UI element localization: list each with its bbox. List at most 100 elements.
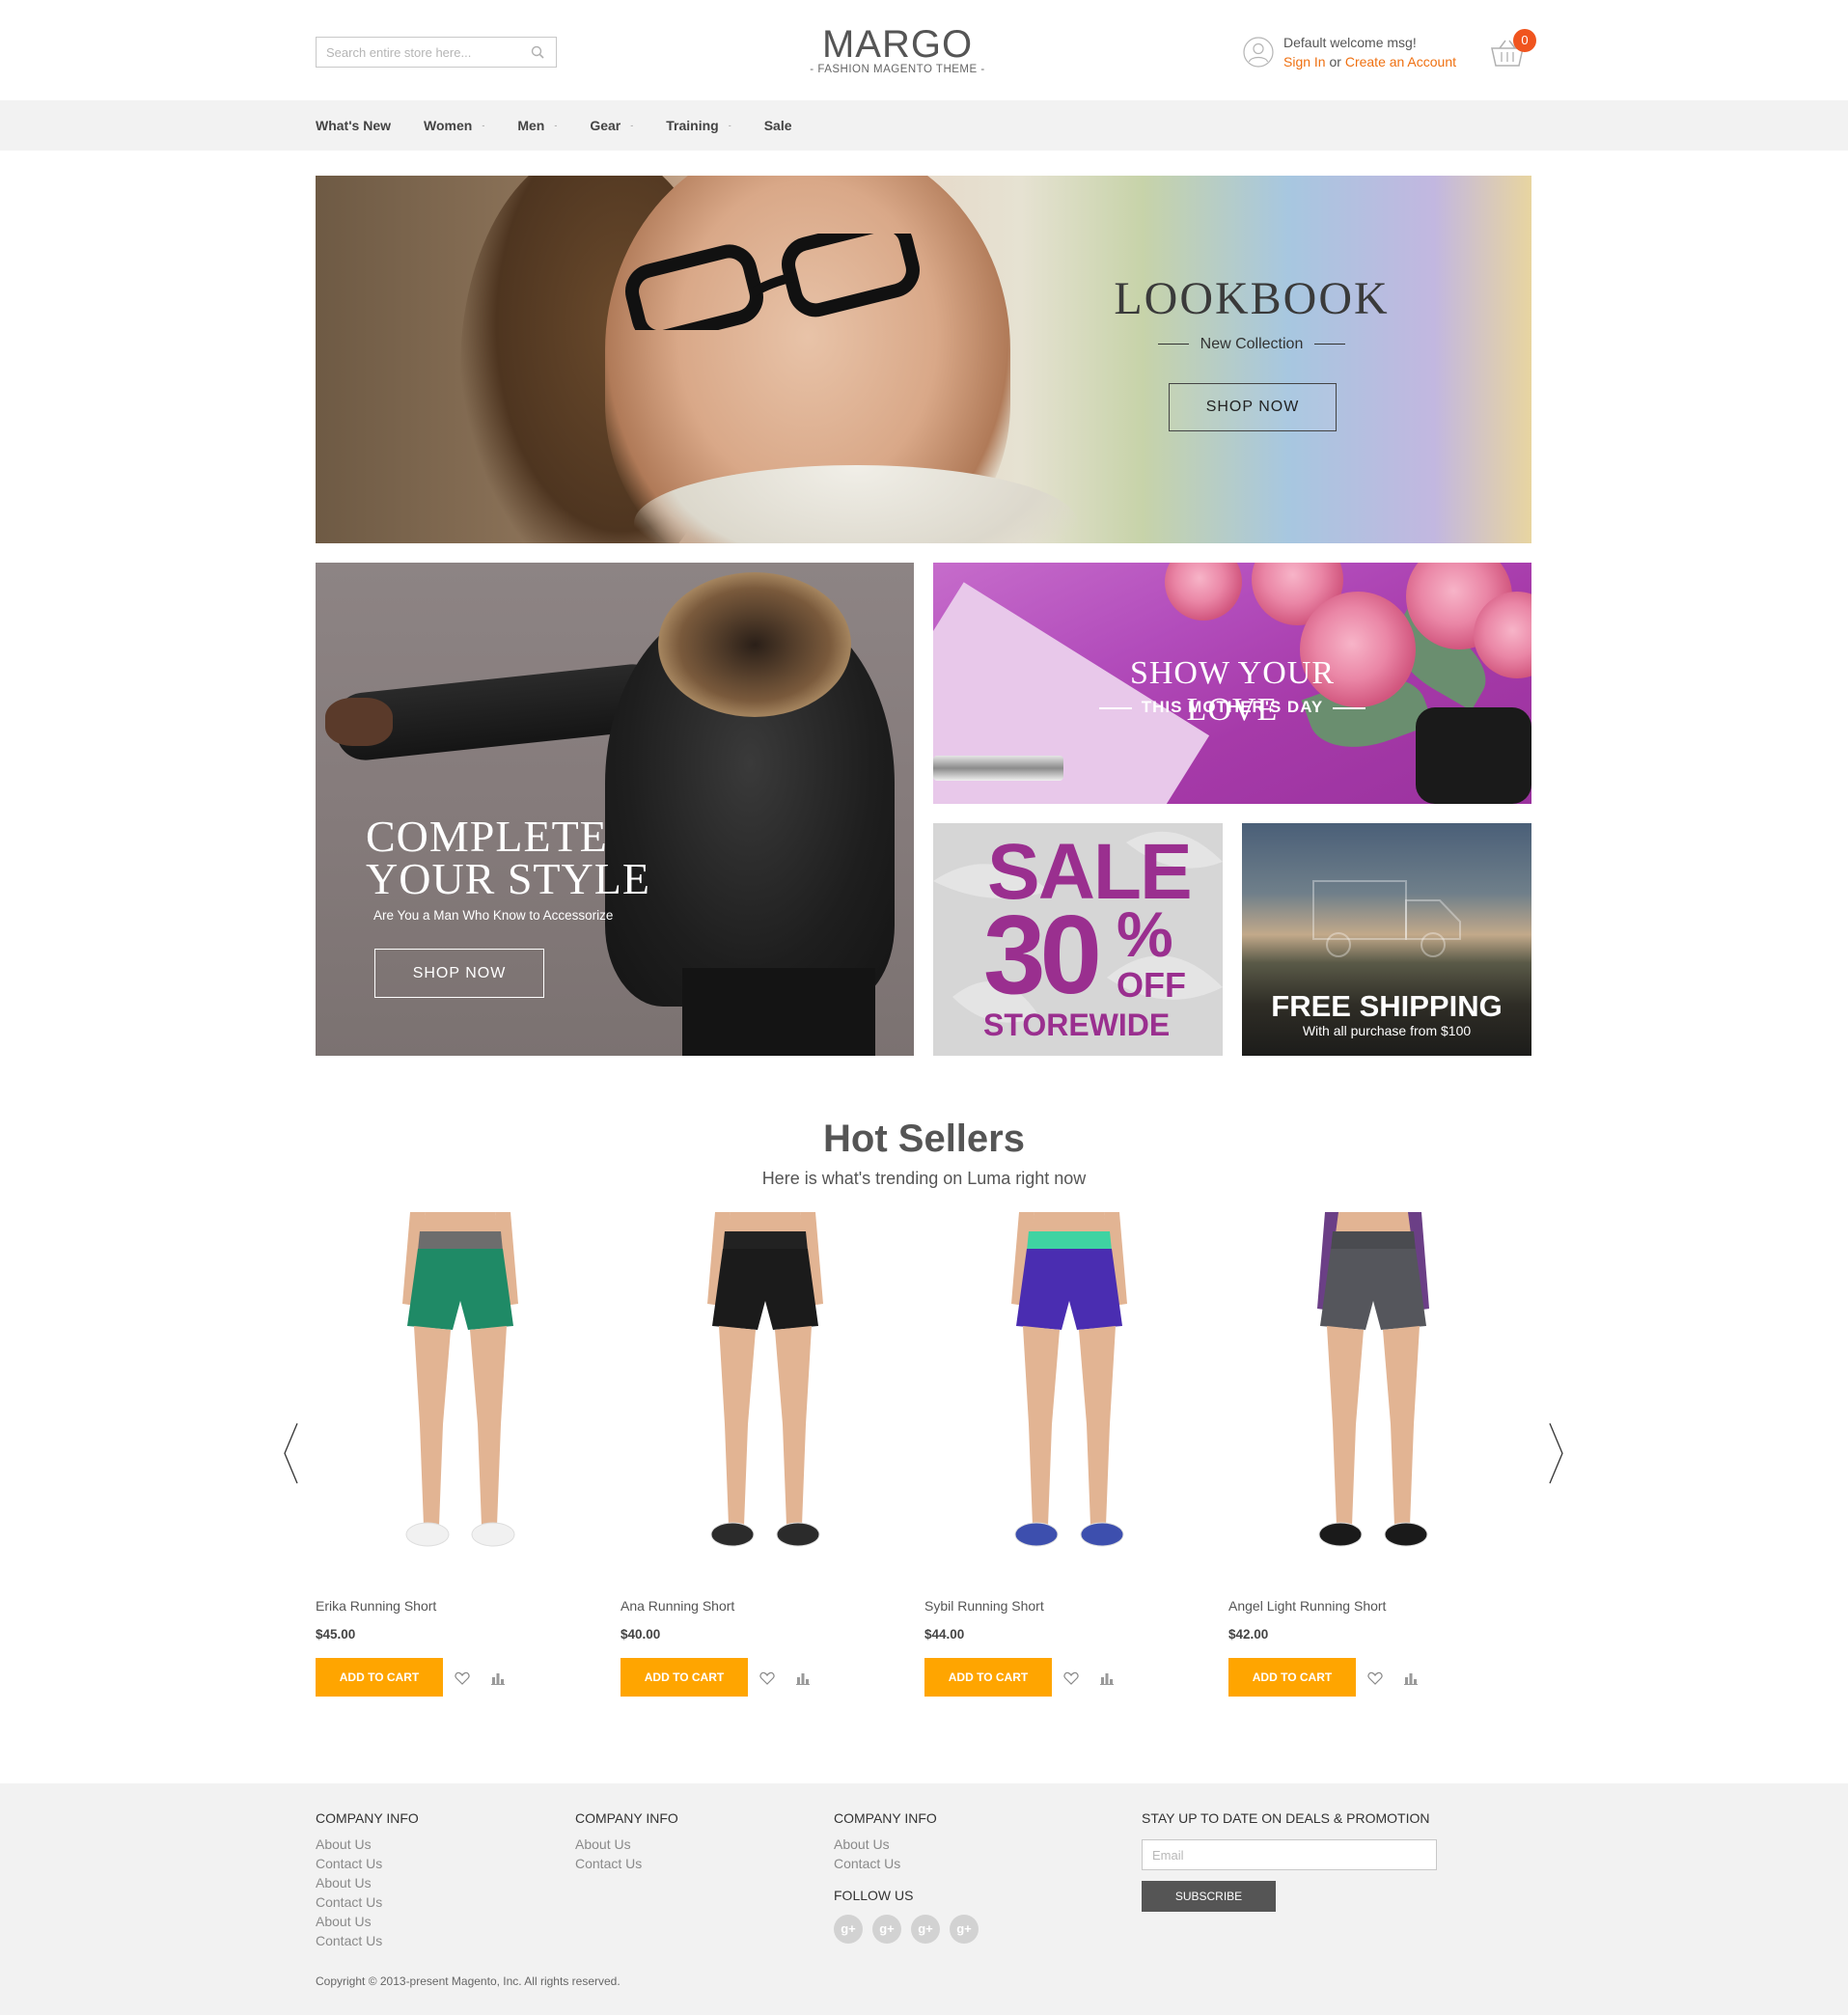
compare-chart-icon[interactable] <box>491 1671 505 1685</box>
wishlist-heart-icon[interactable] <box>1367 1671 1383 1685</box>
sale-banner[interactable]: SALE 30 % OFF STOREWIDE <box>933 823 1223 1056</box>
style-shop-now-button[interactable]: SHOP NOW <box>374 949 544 998</box>
product-photo[interactable] <box>621 1212 910 1569</box>
nav-item-men[interactable]: Men - <box>517 118 557 133</box>
compare-chart-icon[interactable] <box>1404 1671 1418 1685</box>
footer-column: COMPANY INFO About Us Contact Us <box>575 1810 678 1873</box>
product-name[interactable]: Erika Running Short <box>316 1598 436 1614</box>
nav-item-label: Women <box>424 118 473 133</box>
social-icons: g+ g+ g+ g+ <box>834 1915 988 1944</box>
or-text: or <box>1329 54 1341 69</box>
mothers-day-banner[interactable]: SHOW YOUR LOVE THIS MOTHER'S DAY <box>933 563 1531 804</box>
product-model-figure <box>1011 1212 1127 1547</box>
add-to-cart-button[interactable]: ADD TO CART <box>924 1658 1052 1697</box>
footer-link[interactable]: About Us <box>316 1873 419 1892</box>
google-plus-icon[interactable]: g+ <box>911 1915 940 1944</box>
truck-icon <box>1312 880 1461 957</box>
nav-item-sale[interactable]: Sale <box>764 118 792 133</box>
footer-link[interactable]: Contact Us <box>834 1854 988 1873</box>
product-card[interactable]: Angel Light Running Short $42.00 ADD TO CA… <box>1228 1212 1518 1704</box>
footer-link[interactable]: About Us <box>834 1835 988 1854</box>
nav-item-training[interactable]: Training - <box>666 118 731 133</box>
lookbook-banner[interactable]: LOOKBOOK New Collection SHOP NOW <box>316 176 1531 543</box>
footer-column-heading: COMPANY INFO <box>316 1810 419 1826</box>
wishlist-heart-icon[interactable] <box>759 1671 775 1685</box>
product-photo[interactable] <box>924 1212 1214 1569</box>
footer-link[interactable]: About Us <box>316 1835 419 1854</box>
main-navigation: What's New Women - Men - Gear - Training - Sale <box>0 100 1848 151</box>
logo-title: MARGO <box>821 23 974 66</box>
product-photo[interactable] <box>316 1212 605 1569</box>
wishlist-heart-icon[interactable] <box>455 1671 470 1685</box>
search-input[interactable] <box>317 38 519 67</box>
divider-line <box>1157 344 1189 345</box>
lookbook-subtitle-text: New Collection <box>1200 336 1304 352</box>
newsletter-email-input[interactable] <box>1142 1839 1437 1870</box>
search-box[interactable] <box>316 37 557 68</box>
add-to-cart-button[interactable]: ADD TO CART <box>621 1658 748 1697</box>
mini-cart[interactable]: 0 <box>1488 27 1536 69</box>
logo-subtitle: - FASHION MAGENTO THEME - <box>810 64 985 75</box>
product-model-figure <box>707 1212 823 1547</box>
product-card[interactable]: Ana Running Short $40.00 ADD TO CART <box>621 1212 910 1704</box>
sale-storewide: STOREWIDE <box>983 1008 1171 1042</box>
complete-style-banner[interactable]: COMPLETE YOUR STYLE Are You a Man Who Kn… <box>316 563 914 1056</box>
subscribe-button[interactable]: SUBSCRIBE <box>1142 1881 1276 1912</box>
newsletter-heading: STAY UP TO DATE ON DEALS & PROMOTION <box>1142 1810 1430 1826</box>
product-name[interactable]: Ana Running Short <box>621 1598 734 1614</box>
footer-link[interactable]: Contact Us <box>316 1931 419 1950</box>
lookbook-subtitle: New Collection <box>1107 336 1396 353</box>
google-plus-icon[interactable]: g+ <box>834 1915 863 1944</box>
compare-chart-icon[interactable] <box>796 1671 810 1685</box>
nav-item-what-s-new[interactable]: What's New <box>316 118 391 133</box>
site-logo[interactable]: MARGO - FASHION MAGENTO THEME - <box>791 25 1004 75</box>
footer-link[interactable]: Contact Us <box>575 1854 678 1873</box>
carousel-next-arrow-icon[interactable] <box>1546 1422 1565 1485</box>
model-pants-shape <box>682 968 875 1056</box>
rose-shape <box>1165 563 1242 621</box>
divider-line <box>1098 706 1132 709</box>
footer-link[interactable]: Contact Us <box>316 1854 419 1873</box>
welcome-message: Default welcome msg! <box>1283 35 1417 50</box>
nav-item-label: Sale <box>763 118 792 133</box>
google-plus-icon[interactable]: g+ <box>950 1915 979 1944</box>
hero-glasses-shape <box>625 234 920 330</box>
product-card[interactable]: Erika Running Short $45.00 ADD TO CART <box>316 1212 605 1704</box>
product-photo[interactable] <box>1228 1212 1518 1569</box>
product-model-figure <box>1317 1212 1429 1547</box>
dropdown-caret-icon: - <box>554 121 558 130</box>
product-price: $40.00 <box>621 1627 661 1642</box>
nav-item-women[interactable]: Women - <box>424 118 484 133</box>
model-hood-shape <box>658 572 851 717</box>
site-header: MARGO - FASHION MAGENTO THEME - Default … <box>0 0 1848 100</box>
lookbook-shop-now-button[interactable]: SHOP NOW <box>1169 383 1337 431</box>
wishlist-heart-icon[interactable] <box>1063 1671 1079 1685</box>
camera-shape <box>1416 707 1531 804</box>
free-shipping-banner[interactable]: FREE SHIPPING With all purchase from $10… <box>1242 823 1531 1056</box>
nav-item-gear[interactable]: Gear - <box>590 118 633 133</box>
nav-item-label: Gear <box>590 118 621 133</box>
copyright-text: Copyright © 2013-present Magento, Inc. A… <box>316 1974 621 1988</box>
add-to-cart-button[interactable]: ADD TO CART <box>1228 1658 1356 1697</box>
footer-link[interactable]: Contact Us <box>316 1892 419 1912</box>
product-name[interactable]: Angel Light Running Short <box>1228 1598 1386 1614</box>
footer-column: COMPANY INFO About Us Contact Us FOLLOW US g… <box>834 1810 988 1944</box>
newsletter-block: STAY UP TO DATE ON DEALS & PROMOTION SUB… <box>1142 1810 1437 1912</box>
sign-in-link[interactable]: Sign In <box>1283 54 1326 69</box>
footer-column: COMPANY INFO About Us Contact Us About Us Co… <box>316 1810 419 1950</box>
compare-chart-icon[interactable] <box>1100 1671 1114 1685</box>
product-card[interactable]: Sybil Running Short $44.00 ADD TO CART <box>924 1212 1214 1704</box>
footer-link[interactable]: About Us <box>575 1835 678 1854</box>
shipping-title: FREE SHIPPING <box>1271 989 1503 1023</box>
add-to-cart-button[interactable]: ADD TO CART <box>316 1658 443 1697</box>
sale-off: OFF <box>1117 965 1186 1005</box>
carousel-prev-arrow-icon[interactable] <box>282 1422 301 1485</box>
google-plus-icon[interactable]: g+ <box>872 1915 901 1944</box>
divider-line <box>1314 344 1346 345</box>
product-name[interactable]: Sybil Running Short <box>924 1598 1044 1614</box>
account-links: Sign In or Create an Account <box>1283 54 1456 69</box>
create-account-link[interactable]: Create an Account <box>1345 54 1456 69</box>
search-icon[interactable] <box>531 45 544 59</box>
footer-link[interactable]: About Us <box>316 1912 419 1931</box>
user-icon <box>1243 37 1274 68</box>
